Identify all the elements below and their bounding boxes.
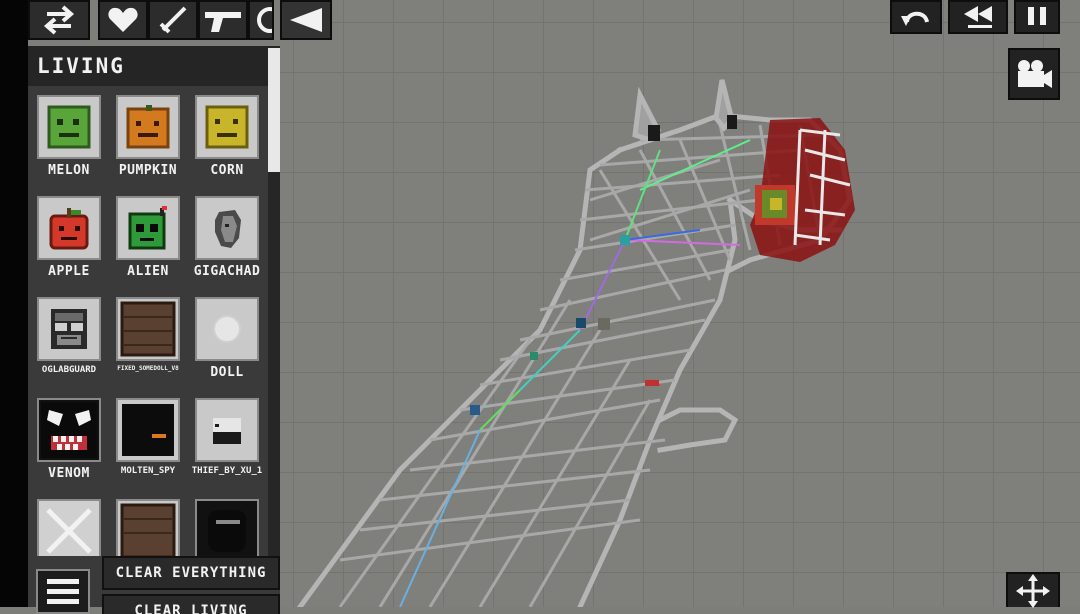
undo-icon [901, 11, 929, 26]
corn-icon [205, 105, 249, 149]
camera-icon [1018, 60, 1052, 88]
item-label: FIXED_SOMEDOLL_V8 [117, 365, 179, 372]
back-triangle-icon [290, 8, 322, 32]
rewind-button[interactable] [948, 0, 1008, 34]
item-tile [195, 398, 259, 462]
sword-icon [159, 6, 187, 34]
item-tile [195, 499, 259, 556]
wooden-box-icon [120, 503, 176, 556]
melon-icon [47, 105, 91, 149]
item-tile-x[interactable] [30, 499, 108, 556]
item-helmet[interactable] [188, 499, 266, 556]
helmet-icon [208, 510, 246, 552]
gigachad-icon [215, 210, 241, 248]
oglabguard-icon [51, 309, 87, 349]
item-label: VENOM [48, 466, 90, 481]
item-tile [37, 297, 101, 361]
item-gigachad[interactable]: GIGACHAD [188, 196, 266, 279]
wooden-box-icon [120, 301, 176, 357]
wireframe-creature[interactable] [280, 0, 1080, 607]
item-tile [37, 398, 101, 462]
item-label: THIEF_BY_XU_1 [191, 466, 263, 476]
item-label: MOLTEN_SPY [120, 466, 176, 476]
molten-spy-icon [122, 404, 174, 456]
pause-button[interactable] [1014, 0, 1060, 34]
item-label: ALIEN [127, 264, 169, 279]
item-label: OGLABGUARD [41, 365, 97, 375]
item-tile [37, 95, 101, 159]
item-tile [37, 196, 101, 260]
scrollbar-thumb[interactable] [268, 48, 280, 172]
item-alien[interactable]: ALIEN [109, 196, 187, 279]
item-grid: MELON PUMPKIN CORN APPLE ALIEN GIGACHAD … [28, 92, 268, 556]
category-firearms-button[interactable] [198, 0, 248, 40]
camera-button[interactable] [1008, 48, 1060, 100]
category-title: LIVING [28, 46, 268, 86]
item-wooden-box[interactable] [109, 499, 187, 556]
item-label: GIGACHAD [193, 264, 261, 279]
move-button[interactable] [1006, 572, 1060, 608]
item-venom[interactable]: VENOM [30, 398, 108, 481]
item-tile [116, 499, 180, 556]
swap-arrows-button[interactable] [28, 0, 90, 40]
item-label: MELON [48, 163, 90, 178]
category-melee-button[interactable] [148, 0, 198, 40]
letterbox [0, 0, 28, 607]
undo-button[interactable] [890, 0, 942, 34]
item-pumpkin[interactable]: PUMPKIN [109, 95, 187, 178]
hamburger-menu-icon [47, 578, 79, 604]
item-molten-spy[interactable]: MOLTEN_SPY [109, 398, 187, 476]
top-toolbar [28, 0, 332, 40]
item-label: CORN [210, 163, 244, 178]
pumpkin-icon [126, 105, 170, 149]
item-label: APPLE [48, 264, 90, 279]
spawn-panel: LIVING MELON PUMPKIN CORN APPLE ALIEN GI… [28, 46, 280, 614]
swap-arrows-icon [43, 5, 75, 35]
item-thief[interactable]: THIEF_BY_XU_1 [188, 398, 266, 476]
thief-icon [213, 418, 241, 444]
item-corn[interactable]: CORN [188, 95, 266, 178]
pause-icon [1028, 7, 1046, 25]
alien-icon [128, 206, 167, 250]
wheel-icon [257, 7, 272, 33]
item-apple[interactable]: APPLE [30, 196, 108, 279]
item-tile [116, 95, 180, 159]
item-label: PUMPKIN [118, 163, 178, 178]
menu-button[interactable] [36, 569, 90, 614]
clear-everything-button[interactable]: CLEAR EVERYTHING [102, 556, 280, 590]
item-tile [195, 95, 259, 159]
category-vehicles-button[interactable] [248, 0, 274, 40]
item-tile [37, 499, 101, 556]
item-tile [116, 398, 180, 462]
item-fixed-somedoll[interactable]: FIXED_SOMEDOLL_V8 [109, 297, 187, 372]
clear-living-button[interactable]: CLEAR LIVING [102, 594, 280, 614]
item-tile [195, 297, 259, 361]
item-tile [116, 297, 180, 361]
item-oglabguard[interactable]: OGLABGUARD [30, 297, 108, 375]
venom-icon [41, 402, 97, 458]
apple-icon [49, 208, 89, 250]
item-tile [116, 196, 180, 260]
cross-icon [46, 508, 92, 554]
heart-icon [108, 7, 138, 33]
collapse-panel-button[interactable] [280, 0, 332, 40]
move-arrows-icon [1016, 573, 1050, 608]
item-melon[interactable]: MELON [30, 95, 108, 178]
gun-icon [205, 12, 241, 32]
category-health-button[interactable] [98, 0, 148, 40]
item-label: DOLL [210, 365, 244, 380]
item-doll[interactable]: DOLL [188, 297, 266, 380]
item-tile [195, 196, 259, 260]
doll-icon [213, 315, 241, 343]
rewind-icon [964, 6, 992, 28]
